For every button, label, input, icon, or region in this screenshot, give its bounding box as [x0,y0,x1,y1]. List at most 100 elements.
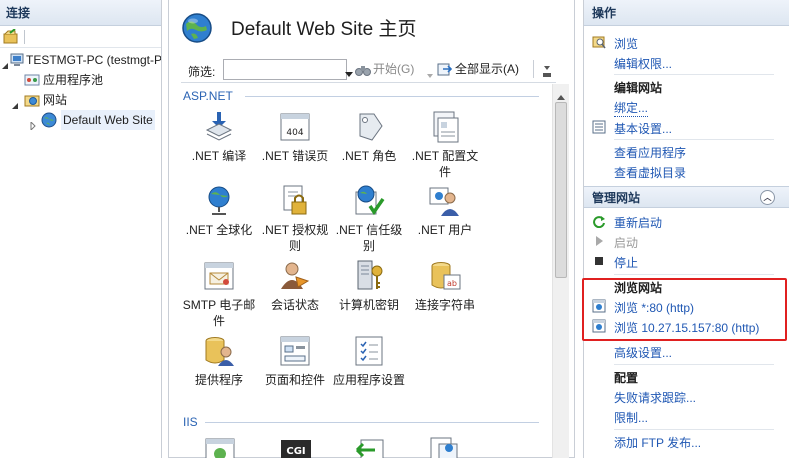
start-filter-button[interactable]: 开始(G) [355,59,414,80]
view-virtual-dirs-link[interactable]: 查看虚拟目录 [614,164,686,181]
browse-link[interactable]: 浏览 [614,35,638,52]
feature-net-authorization[interactable]: .NET 授权规则 [257,184,333,254]
feature-net-trust-levels[interactable]: .NET 信任级别 [331,184,407,254]
svg-text:404: 404 [286,128,303,138]
toolbar-separator [533,60,534,78]
tree-item-app-pools[interactable]: 应用程序池 [0,70,161,90]
feature-label: 会话状态 [270,298,319,312]
feature-net-users[interactable]: .NET 用户 [407,184,483,238]
scroll-up-icon[interactable] [557,89,565,103]
site-globe-icon [181,12,213,44]
expand-arrow-icon[interactable] [29,116,37,132]
group-header-aspnet[interactable]: ASP.NET [183,89,547,103]
browse-ip-link[interactable]: 浏览 10.27.15.157:80 (http) [614,319,759,336]
browse-site-heading: 浏览网站 [614,281,663,295]
tag-icon [352,110,386,144]
feature-net-profile[interactable]: .NET 配置文件 [407,110,483,180]
feature-app-settings[interactable]: 应用程序设置 [331,334,407,388]
browse-web-icon [592,299,606,313]
group-label-iis: IIS [183,415,198,429]
stop-link[interactable]: 停止 [614,254,638,271]
feature-net-roles[interactable]: .NET 角色 [331,110,407,164]
providers-icon [202,334,236,368]
show-all-label: 全部显示(A) [455,62,519,76]
show-all-icon [437,62,453,78]
iis-feature-compression-icon[interactable] [427,436,461,458]
feature-label: 页面和控件 [264,373,325,387]
feature-net-error-pages[interactable]: 404 .NET 错误页 [257,110,333,164]
session-user-icon [278,259,312,293]
collapse-arrow-icon[interactable] [12,96,20,109]
browse-web-icon [592,319,606,333]
tree-item-sites[interactable]: 网站 [0,90,161,110]
group-header-iis[interactable]: IIS [183,415,547,429]
restart-link[interactable]: 重新启动 [614,214,662,231]
tree-label-sites: 网站 [43,93,68,107]
filter-input[interactable] [223,59,347,80]
divider [614,429,774,430]
tree-label-server: TESTMGT-PC (testmgt-PC\Administrator) [26,53,162,67]
lock-doc-icon [278,184,312,218]
sites-folder-icon [24,92,40,108]
new-connection-icon[interactable] [3,28,19,45]
tree-label-default-web-site: Default Web Site [61,110,155,130]
app-settings-icon [352,334,386,368]
error-404-icon: 404 [278,110,312,144]
collapse-chevron-icon[interactable]: ︿ [760,190,775,205]
group-divider [205,422,539,423]
bindings-link[interactable]: 绑定... [614,99,649,117]
feature-connection-strings[interactable]: ab 连接字符串 [407,259,483,313]
globe-check-icon [352,184,386,218]
divider [614,364,774,365]
toolbar-separator [24,30,25,44]
pages-controls-icon [278,334,312,368]
filter-label: 筛选: [188,65,216,79]
iis-feature-cgi-icon[interactable]: CGI [279,438,313,458]
machine-key-icon [352,259,386,293]
tree-item-default-web-site[interactable]: Default Web Site [0,110,161,132]
connections-toolbar [0,26,161,48]
svg-text:ab: ab [447,279,457,288]
download-compile-icon [202,110,236,144]
show-all-button[interactable]: 全部显示(A) [437,59,519,80]
start-dropdown-icon[interactable] [427,67,433,81]
scrollbar-thumb[interactable] [555,102,567,278]
group-label-aspnet: ASP.NET [183,89,233,103]
basic-settings-icon [592,120,606,134]
feature-label: 计算机密钥 [338,298,399,312]
cgi-icon-text: CGI [286,446,305,457]
view-applications-link[interactable]: 查看应用程序 [614,144,686,161]
vertical-scrollbar[interactable] [552,84,569,458]
feature-net-globalization[interactable]: .NET 全球化 [181,184,257,238]
globe-icon [41,112,57,128]
feature-net-compilation[interactable]: .NET 编译 [181,110,257,164]
divider [614,74,774,75]
actions-pane: 操作 浏览 编辑权限... 编辑网站 绑定... 基本设置... 查看应用程序 … [583,0,789,458]
advanced-settings-link[interactable]: 高级设置... [614,344,672,361]
iis-feature-redirect-icon[interactable] [353,438,387,458]
browse-port-80-link[interactable]: 浏览 *:80 (http) [614,299,694,316]
feature-session-state[interactable]: 会话状态 [257,259,333,313]
tree-item-server[interactable]: TESTMGT-PC (testmgt-PC\Administrator) [0,50,162,70]
iis-feature-asp-icon[interactable] [203,436,237,458]
binoculars-icon [355,62,371,78]
feature-label: 提供程序 [194,373,243,387]
basic-settings-link[interactable]: 基本设置... [614,120,672,137]
feature-label: .NET 授权规则 [261,223,329,253]
feature-label: .NET 全球化 [185,223,253,237]
limits-link[interactable]: 限制... [614,409,648,426]
divider [614,139,774,140]
tree-label-app-pools: 应用程序池 [43,73,104,87]
manage-site-header[interactable]: 管理网站 ︿ [584,186,789,208]
toolbar-overflow-icon[interactable] [543,61,551,80]
feature-smtp-email[interactable]: SMTP 电子邮件 [181,259,257,329]
edit-permissions-link[interactable]: 编辑权限... [614,55,672,72]
feature-providers[interactable]: 提供程序 [181,334,257,388]
filter-dropdown-icon[interactable] [345,66,353,80]
failed-request-tracing-link[interactable]: 失败请求跟踪... [614,389,696,406]
add-ftp-publishing-link[interactable]: 添加 FTP 发布... [614,434,701,451]
feature-pages-controls[interactable]: 页面和控件 [257,334,333,388]
feature-machine-key[interactable]: 计算机密钥 [331,259,407,313]
feature-label: .NET 信任级别 [335,223,403,253]
globe-stand-icon [202,184,236,218]
